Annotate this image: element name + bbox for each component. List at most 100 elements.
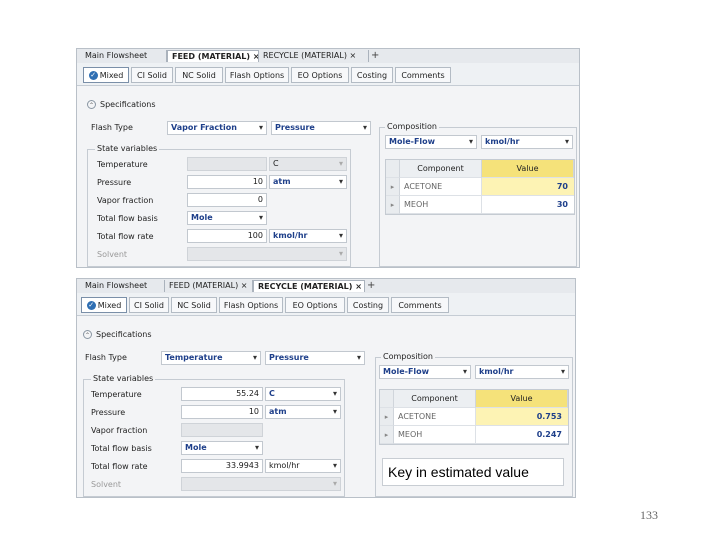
total-flow-rate-value[interactable]: 100 (187, 229, 267, 243)
document-tab-bar: Main Flowsheet FEED (MATERIAL) × RECYCLE… (77, 279, 575, 294)
specifications-header[interactable]: ⌃ Specifications (83, 329, 152, 341)
specifications-header[interactable]: ⌃ Specifications (87, 99, 156, 111)
row-selector-icon[interactable]: ▸ (380, 408, 394, 426)
tab-label: Mixed (99, 71, 124, 80)
doc-tab-main-flowsheet[interactable]: Main Flowsheet (81, 280, 165, 292)
total-flow-basis-label: Total flow basis (91, 444, 152, 453)
tab-ci-solid[interactable]: CI Solid (129, 297, 169, 313)
flash-type-spec-1[interactable]: Vapor Fraction (167, 121, 267, 135)
component-name: ACETONE (394, 408, 476, 426)
row-selector-icon[interactable]: ▸ (386, 178, 400, 196)
solvent-select (187, 247, 347, 261)
temperature-label: Temperature (91, 390, 142, 399)
tab-costing[interactable]: Costing (347, 297, 389, 313)
collapse-icon[interactable]: ⌃ (83, 330, 92, 339)
flash-type-spec-2[interactable]: Pressure (271, 121, 371, 135)
total-flow-basis-label: Total flow basis (97, 214, 158, 223)
pressure-value[interactable]: 10 (187, 175, 267, 189)
composition-label: Composition (385, 122, 439, 132)
row-selector-icon[interactable]: ▸ (380, 426, 394, 444)
close-icon[interactable]: × (355, 282, 362, 291)
key-in-estimated-value-callout: Key in estimated value (382, 458, 564, 486)
pressure-label: Pressure (97, 178, 132, 187)
composition-basis-select[interactable]: Mole-Flow (379, 365, 471, 379)
close-icon[interactable]: × (241, 281, 248, 290)
solvent-label: Solvent (91, 480, 122, 489)
temperature-value (187, 157, 267, 171)
flash-type-spec-2[interactable]: Pressure (265, 351, 365, 365)
add-tab-icon[interactable]: + (371, 50, 379, 62)
state-variables-label: State variables (95, 144, 160, 154)
form-tab-bar: ✓ Mixed CI Solid NC Solid Flash Options E… (77, 63, 579, 86)
component-value-input[interactable]: 0.247 (476, 426, 568, 444)
total-flow-rate-label: Total flow rate (91, 462, 148, 471)
specifications-label: Specifications (96, 330, 152, 339)
specifications-label: Specifications (100, 100, 156, 109)
tab-nc-solid[interactable]: NC Solid (175, 67, 223, 83)
page-number: 133 (640, 508, 658, 522)
tab-flash-options[interactable]: Flash Options (219, 297, 283, 313)
pressure-unit[interactable]: atm (269, 175, 347, 189)
component-value-input[interactable]: 0.753 (476, 408, 568, 426)
tab-mixed[interactable]: ✓ Mixed (83, 67, 129, 83)
composition-unit-select[interactable]: kmol/hr (475, 365, 569, 379)
flash-type-label: Flash Type (91, 123, 133, 132)
tab-mixed[interactable]: ✓ Mixed (81, 297, 127, 313)
temperature-value[interactable]: 55.24 (181, 387, 263, 401)
component-name: MEOH (400, 196, 482, 214)
doc-tab-recycle[interactable]: RECYCLE (MATERIAL) × (259, 50, 369, 62)
doc-tab-feed[interactable]: FEED (MATERIAL) × (165, 280, 253, 292)
component-column-header: Component (400, 160, 482, 178)
component-value-input[interactable]: 30 (482, 196, 574, 214)
solvent-label: Solvent (97, 250, 128, 259)
total-flow-basis-select[interactable]: Mole (181, 441, 263, 455)
form-tab-bar: ✓ Mixed CI Solid NC Solid Flash Options E… (77, 293, 575, 316)
row-selector-icon[interactable]: ▸ (386, 196, 400, 214)
grid-corner (380, 390, 394, 408)
component-value-input[interactable]: 70 (482, 178, 574, 196)
state-variables-label: State variables (91, 374, 156, 384)
vapor-fraction-value[interactable]: 0 (187, 193, 267, 207)
grid-corner (386, 160, 400, 178)
composition-unit-select[interactable]: kmol/hr (481, 135, 573, 149)
doc-tab-feed[interactable]: FEED (MATERIAL) × (167, 50, 259, 62)
vapor-fraction-label: Vapor fraction (97, 196, 154, 205)
component-column-header: Component (394, 390, 476, 408)
pressure-value[interactable]: 10 (181, 405, 263, 419)
doc-tab-label: RECYCLE (MATERIAL) (263, 51, 347, 60)
doc-tab-recycle[interactable]: RECYCLE (MATERIAL) × (253, 280, 365, 292)
tab-ci-solid[interactable]: CI Solid (131, 67, 173, 83)
tab-nc-solid[interactable]: NC Solid (171, 297, 217, 313)
component-name: ACETONE (400, 178, 482, 196)
tab-flash-options[interactable]: Flash Options (225, 67, 289, 83)
total-flow-rate-unit[interactable]: kmol/hr (269, 229, 347, 243)
composition-label: Composition (381, 352, 435, 362)
doc-tab-label: FEED (MATERIAL) (169, 281, 239, 290)
total-flow-basis-select[interactable]: Mole (187, 211, 267, 225)
add-tab-icon[interactable]: + (367, 280, 375, 292)
composition-basis-select[interactable]: Mole-Flow (385, 135, 477, 149)
tab-comments[interactable]: Comments (391, 297, 449, 313)
tab-label: Mixed (97, 301, 122, 310)
flash-type-spec-1[interactable]: Temperature (161, 351, 261, 365)
total-flow-rate-unit[interactable]: kmol/hr (265, 459, 341, 473)
check-icon: ✓ (86, 301, 96, 310)
vapor-fraction-label: Vapor fraction (91, 426, 148, 435)
temperature-label: Temperature (97, 160, 148, 169)
collapse-icon[interactable]: ⌃ (87, 100, 96, 109)
feed-stream-screenshot: Main Flowsheet FEED (MATERIAL) × RECYCLE… (76, 48, 580, 268)
flash-type-label: Flash Type (85, 353, 127, 362)
vapor-fraction-value (181, 423, 263, 437)
pressure-unit[interactable]: atm (265, 405, 341, 419)
temperature-unit: C (269, 157, 347, 171)
tab-comments[interactable]: Comments (395, 67, 451, 83)
tab-costing[interactable]: Costing (351, 67, 393, 83)
temperature-unit[interactable]: C (265, 387, 341, 401)
doc-tab-main-flowsheet[interactable]: Main Flowsheet (81, 50, 167, 62)
tab-eo-options[interactable]: EO Options (285, 297, 345, 313)
pressure-label: Pressure (91, 408, 126, 417)
close-icon[interactable]: × (349, 51, 356, 60)
tab-eo-options[interactable]: EO Options (291, 67, 349, 83)
value-column-header: Value (476, 390, 568, 408)
total-flow-rate-value[interactable]: 33.9943 (181, 459, 263, 473)
